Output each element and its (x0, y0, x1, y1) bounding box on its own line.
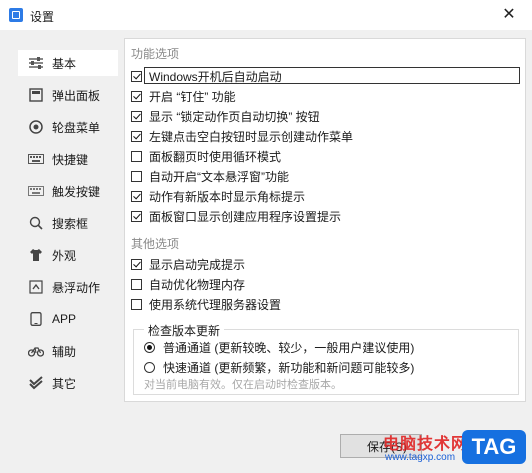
checkbox[interactable] (131, 170, 142, 182)
watermark-url: www.tagxp.com (385, 452, 456, 463)
app-logo-icon (9, 8, 23, 22)
sliders-icon (28, 55, 44, 71)
checkbox[interactable] (131, 90, 142, 102)
checkbox[interactable] (131, 190, 142, 202)
float-action-icon (28, 279, 44, 295)
sidebar-item-app[interactable]: APP (18, 306, 118, 332)
update-note: 对当前电脑有效。仅在启动时检查版本。 (144, 379, 342, 391)
bike-icon (28, 343, 44, 359)
option-lock-button[interactable]: 显示 “锁定动作页自动切换” 按钮 (131, 107, 320, 125)
option-app-setting-hint[interactable]: 面板窗口显示创建应用程序设置提示 (131, 207, 341, 225)
option-label: 使用系统代理服务器设置 (149, 297, 282, 312)
option-system-proxy[interactable]: 使用系统代理服务器设置 (131, 295, 281, 313)
watermark-tag-text: TAG (471, 434, 517, 459)
option-label: 显示 “锁定动作页自动切换” 按钮 (149, 109, 320, 124)
option-label: 左键点击空白按钮时显示创建动作菜单 (149, 129, 354, 144)
update-group-title: 检查版本更新 (144, 322, 225, 339)
option-label: 动作有新版本时显示角标提示 (149, 189, 306, 204)
popup-panel-icon (28, 87, 44, 103)
option-label: 显示启动完成提示 (149, 257, 246, 272)
option-label: 面板窗口显示创建应用程序设置提示 (149, 209, 342, 224)
sidebar-item-popup-panel[interactable]: 弹出面板 (18, 82, 118, 108)
watermark-site: 电脑技术网 (383, 436, 469, 453)
update-group: 检查版本更新 普通通道 (更新较晚、较少，一般用户建议使用) 快速通道 (更新频… (133, 322, 519, 395)
sidebar-item-label: 悬浮动作 (52, 280, 101, 295)
sidebar-item-label: 弹出面板 (52, 88, 101, 103)
sidebar-item-label: 其它 (52, 376, 77, 391)
radio-fast-channel[interactable]: 快速通道 (更新频繁，新功能和新问题可能较多) (144, 358, 414, 376)
option-label: 自动开启“文本悬浮窗”功能 (149, 169, 289, 184)
sidebar-item-hotkey[interactable]: 快捷键 (18, 146, 118, 172)
sidebar-item-label: 搜索框 (52, 216, 89, 231)
sidebar-item-label: 外观 (52, 248, 77, 263)
sidebar-item-label: 辅助 (52, 344, 77, 359)
radio-button[interactable] (144, 341, 155, 353)
sidebar-item-other[interactable]: 其它 (18, 370, 118, 396)
option-text-float[interactable]: 自动开启“文本悬浮窗”功能 (131, 167, 289, 185)
sidebar-item-label: 快捷键 (52, 152, 89, 167)
sidebar-item-label: APP (52, 312, 77, 326)
sidebar-item-search-box[interactable]: 搜索框 (18, 210, 118, 236)
checkbox[interactable] (131, 110, 142, 122)
title-bar: 设置 ✕ (0, 0, 532, 30)
option-label: 开启 “钉住” 功能 (149, 89, 236, 104)
radio-label: 快速通道 (更新频繁，新功能和新问题可能较多) (163, 360, 415, 375)
sidebar-item-trigger-key[interactable]: 触发按键 (18, 178, 118, 204)
wheel-menu-icon (28, 119, 44, 135)
radio-button[interactable] (144, 361, 155, 373)
option-label: Windows开机后自动启动 (149, 69, 282, 84)
watermark-tag-badge: TAG (462, 430, 526, 464)
radio-normal-channel[interactable]: 普通通道 (更新较晚、较少，一般用户建议使用) (144, 338, 414, 356)
trigger-key-icon (28, 183, 44, 199)
sidebar-item-appearance[interactable]: 外观 (18, 242, 118, 268)
sidebar-item-label: 触发按键 (52, 184, 101, 199)
sidebar-item-basic[interactable]: 基本 (18, 50, 118, 76)
sidebar-item-label: 基本 (52, 56, 77, 71)
option-loop-paging[interactable]: 面板翻页时使用循环模式 (131, 147, 281, 165)
option-pin[interactable]: 开启 “钉住” 功能 (131, 87, 236, 105)
option-autostart[interactable]: Windows开机后自动启动 (131, 67, 282, 85)
option-create-menu[interactable]: 左键点击空白按钮时显示创建动作菜单 (131, 127, 353, 145)
settings-panel: 功能选项 Windows开机后自动启动 开启 “钉住” 功能 显示 “锁定动作页… (124, 38, 526, 402)
app-icon (28, 311, 44, 327)
sidebar: 基本 弹出面板 轮盘菜单 快捷键 触发按键 搜索框 外观 悬浮动作 APP 辅助… (18, 44, 118, 400)
close-button[interactable]: ✕ (486, 0, 532, 30)
section-title-features: 功能选项 (131, 47, 180, 61)
checkbox[interactable] (131, 298, 142, 310)
checkbox[interactable] (131, 210, 142, 222)
option-optimize-memory[interactable]: 自动优化物理内存 (131, 275, 245, 293)
sidebar-item-wheel-menu[interactable]: 轮盘菜单 (18, 114, 118, 140)
option-label: 自动优化物理内存 (149, 277, 246, 292)
checkbox[interactable] (131, 278, 142, 290)
radio-label: 普通通道 (更新较晚、较少，一般用户建议使用) (163, 340, 415, 355)
shirt-icon (28, 247, 44, 263)
keyboard-icon (28, 151, 44, 167)
sidebar-item-label: 轮盘菜单 (52, 120, 101, 135)
search-icon (28, 215, 44, 231)
checkbox[interactable] (131, 258, 142, 270)
checkbox[interactable] (131, 130, 142, 142)
checkbox[interactable] (131, 150, 142, 162)
option-startup-hint[interactable]: 显示启动完成提示 (131, 255, 245, 273)
option-badge-hint[interactable]: 动作有新版本时显示角标提示 (131, 187, 305, 205)
sidebar-item-assist[interactable]: 辅助 (18, 338, 118, 364)
window-title: 设置 (30, 10, 55, 24)
check-badge-icon (28, 375, 44, 391)
sidebar-item-float-action[interactable]: 悬浮动作 (18, 274, 118, 300)
option-label: 面板翻页时使用循环模式 (149, 149, 282, 164)
checkbox[interactable] (131, 70, 142, 82)
section-title-other: 其他选项 (131, 237, 180, 251)
